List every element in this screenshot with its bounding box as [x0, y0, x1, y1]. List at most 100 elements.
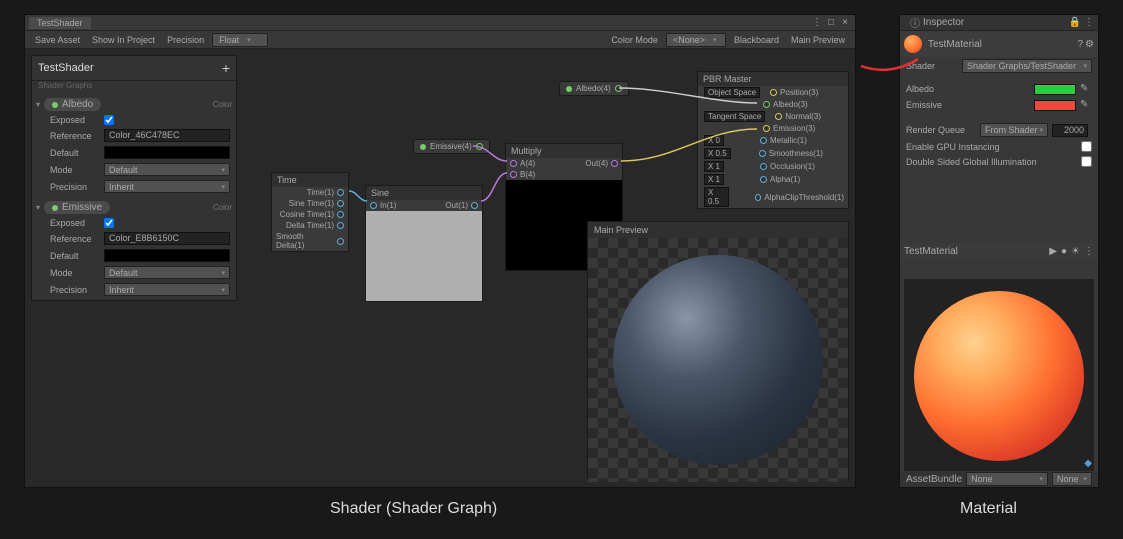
- eyedropper-icon[interactable]: ✎: [1080, 83, 1092, 95]
- port-in-b[interactable]: [510, 171, 517, 178]
- property-albedo: ▾ Albedo Color Exposed ReferenceColor_46…: [32, 94, 236, 197]
- assetbundle-variant-dropdown[interactable]: None: [1052, 472, 1092, 486]
- eyedropper-icon[interactable]: ✎: [1080, 99, 1092, 111]
- main-preview-canvas[interactable]: [588, 238, 848, 482]
- reference-field[interactable]: Color_46C478EC: [104, 129, 230, 142]
- assetbundle-dropdown[interactable]: None: [966, 472, 1048, 486]
- save-asset-button[interactable]: Save Asset: [31, 34, 84, 46]
- material-name: TestMaterial: [928, 39, 982, 50]
- exposed-checkbox[interactable]: [104, 218, 114, 228]
- shader-graph-window: TestShader ⋮ □ × Save Asset Show In Proj…: [24, 14, 856, 488]
- inspector-tab[interactable]: ⓘInspector: [904, 14, 970, 31]
- window-titlebar: TestShader ⋮ □ ×: [25, 15, 855, 31]
- node-title: Sine: [366, 186, 482, 200]
- caption-material: Material: [960, 500, 1017, 518]
- port-out[interactable]: [337, 211, 344, 218]
- default-color-swatch[interactable]: [104, 249, 230, 262]
- precision-dropdown[interactable]: Inherit: [104, 283, 230, 296]
- blackboard-toggle[interactable]: Blackboard: [730, 34, 783, 46]
- gear-icon[interactable]: ⚙: [1085, 39, 1094, 50]
- color-mode-dropdown[interactable]: <None>: [666, 33, 726, 47]
- node-title: Multiply: [506, 144, 622, 158]
- window-menu-icon[interactable]: ⋮: [811, 17, 823, 29]
- gpu-instancing-checkbox[interactable]: [1081, 141, 1092, 152]
- node-preview: [366, 211, 482, 301]
- port-in[interactable]: [770, 89, 777, 96]
- blackboard-panel: TestShader + Shader Graphs ▾ Albedo Colo…: [31, 55, 237, 301]
- material-preview-header: TestMaterial ▶ ● ☀ ⋮: [900, 243, 1098, 259]
- play-icon[interactable]: ▶: [1049, 246, 1057, 257]
- port-out[interactable]: [471, 202, 478, 209]
- chevron-down-icon[interactable]: ▾: [36, 100, 40, 109]
- port-in[interactable]: [760, 137, 767, 144]
- port-out[interactable]: [337, 200, 344, 207]
- window-tab[interactable]: TestShader: [29, 17, 91, 29]
- node-time[interactable]: Time Time(1) Sine Time(1) Cosine Time(1)…: [271, 172, 349, 252]
- port-in[interactable]: [759, 150, 766, 157]
- inspector-titlebar: ⓘInspector 🔒 ⋮: [900, 15, 1098, 31]
- light-icon[interactable]: ☀: [1071, 246, 1080, 257]
- add-property-button[interactable]: +: [222, 60, 230, 76]
- port-out[interactable]: [476, 143, 483, 150]
- port-in[interactable]: [370, 202, 377, 209]
- port-in[interactable]: [763, 101, 770, 108]
- port-in[interactable]: [763, 125, 770, 132]
- albedo-color-swatch[interactable]: [1034, 84, 1076, 95]
- node-title: Time: [272, 173, 348, 187]
- node-property-albedo[interactable]: Albedo(4): [559, 81, 629, 96]
- node-title: PBR Master: [698, 72, 848, 86]
- port-out[interactable]: [337, 238, 344, 245]
- maximize-icon[interactable]: □: [825, 17, 837, 29]
- reference-field[interactable]: Color_E8B6150C: [104, 232, 230, 245]
- lock-icon[interactable]: 🔒: [1069, 17, 1081, 28]
- port-in[interactable]: [760, 163, 767, 170]
- menu-icon[interactable]: ⋮: [1084, 246, 1094, 257]
- menu-icon[interactable]: ⋮: [1084, 17, 1094, 28]
- inspector-panel: ⓘInspector 🔒 ⋮ TestMaterial ? ⚙ ShaderSh…: [899, 14, 1099, 488]
- node-sine[interactable]: Sine In(1)Out(1): [365, 185, 483, 302]
- default-color-swatch[interactable]: [104, 146, 230, 159]
- node-property-emissive[interactable]: Emissive(4): [413, 139, 490, 154]
- port-in[interactable]: [755, 194, 762, 201]
- mode-dropdown[interactable]: Default: [104, 266, 230, 279]
- render-queue-field[interactable]: 2000: [1052, 124, 1088, 137]
- emissive-color-swatch[interactable]: [1034, 100, 1076, 111]
- dsgi-checkbox[interactable]: [1081, 156, 1092, 167]
- tag-icon[interactable]: ◆: [1084, 458, 1092, 469]
- port-out[interactable]: [337, 222, 344, 229]
- chevron-down-icon[interactable]: ▾: [36, 203, 40, 212]
- sphere-icon[interactable]: ●: [1061, 246, 1067, 257]
- main-preview-toggle[interactable]: Main Preview: [787, 34, 849, 46]
- node-pbr-master[interactable]: PBR Master Object SpacePosition(3) Albed…: [697, 71, 849, 209]
- property-emissive: ▾ Emissive Color Exposed ReferenceColor_…: [32, 197, 236, 300]
- caption-shader: Shader (Shader Graph): [330, 500, 497, 518]
- material-header: TestMaterial ? ⚙: [900, 31, 1098, 57]
- port-in-a[interactable]: [510, 160, 517, 167]
- blackboard-title: TestShader: [38, 62, 94, 74]
- port-in[interactable]: [775, 113, 782, 120]
- property-type: Color: [213, 203, 232, 212]
- preview-sphere: [613, 255, 823, 465]
- property-pill-albedo[interactable]: Albedo: [44, 98, 101, 111]
- help-icon[interactable]: ?: [1077, 39, 1083, 50]
- precision-dropdown[interactable]: Inherit: [104, 180, 230, 193]
- main-preview-title: Main Preview: [588, 222, 848, 238]
- info-icon: ⓘ: [910, 15, 920, 30]
- exposed-checkbox[interactable]: [104, 115, 114, 125]
- show-in-project-button[interactable]: Show In Project: [88, 34, 159, 46]
- shader-dropdown[interactable]: Shader Graphs/TestShader: [962, 59, 1092, 73]
- main-preview-panel: Main Preview: [587, 221, 849, 481]
- port-out[interactable]: [611, 160, 618, 167]
- material-preview[interactable]: [904, 279, 1094, 473]
- close-icon[interactable]: ×: [839, 17, 851, 29]
- render-queue-dropdown[interactable]: From Shader: [980, 123, 1048, 137]
- material-icon: [904, 35, 922, 53]
- color-mode-label: Color Mode: [607, 34, 662, 46]
- precision-label: Precision: [163, 34, 208, 46]
- port-out[interactable]: [615, 85, 622, 92]
- property-pill-emissive[interactable]: Emissive: [44, 201, 110, 214]
- port-in[interactable]: [760, 176, 767, 183]
- port-out[interactable]: [337, 189, 344, 196]
- precision-dropdown[interactable]: Float: [212, 33, 268, 47]
- mode-dropdown[interactable]: Default: [104, 163, 230, 176]
